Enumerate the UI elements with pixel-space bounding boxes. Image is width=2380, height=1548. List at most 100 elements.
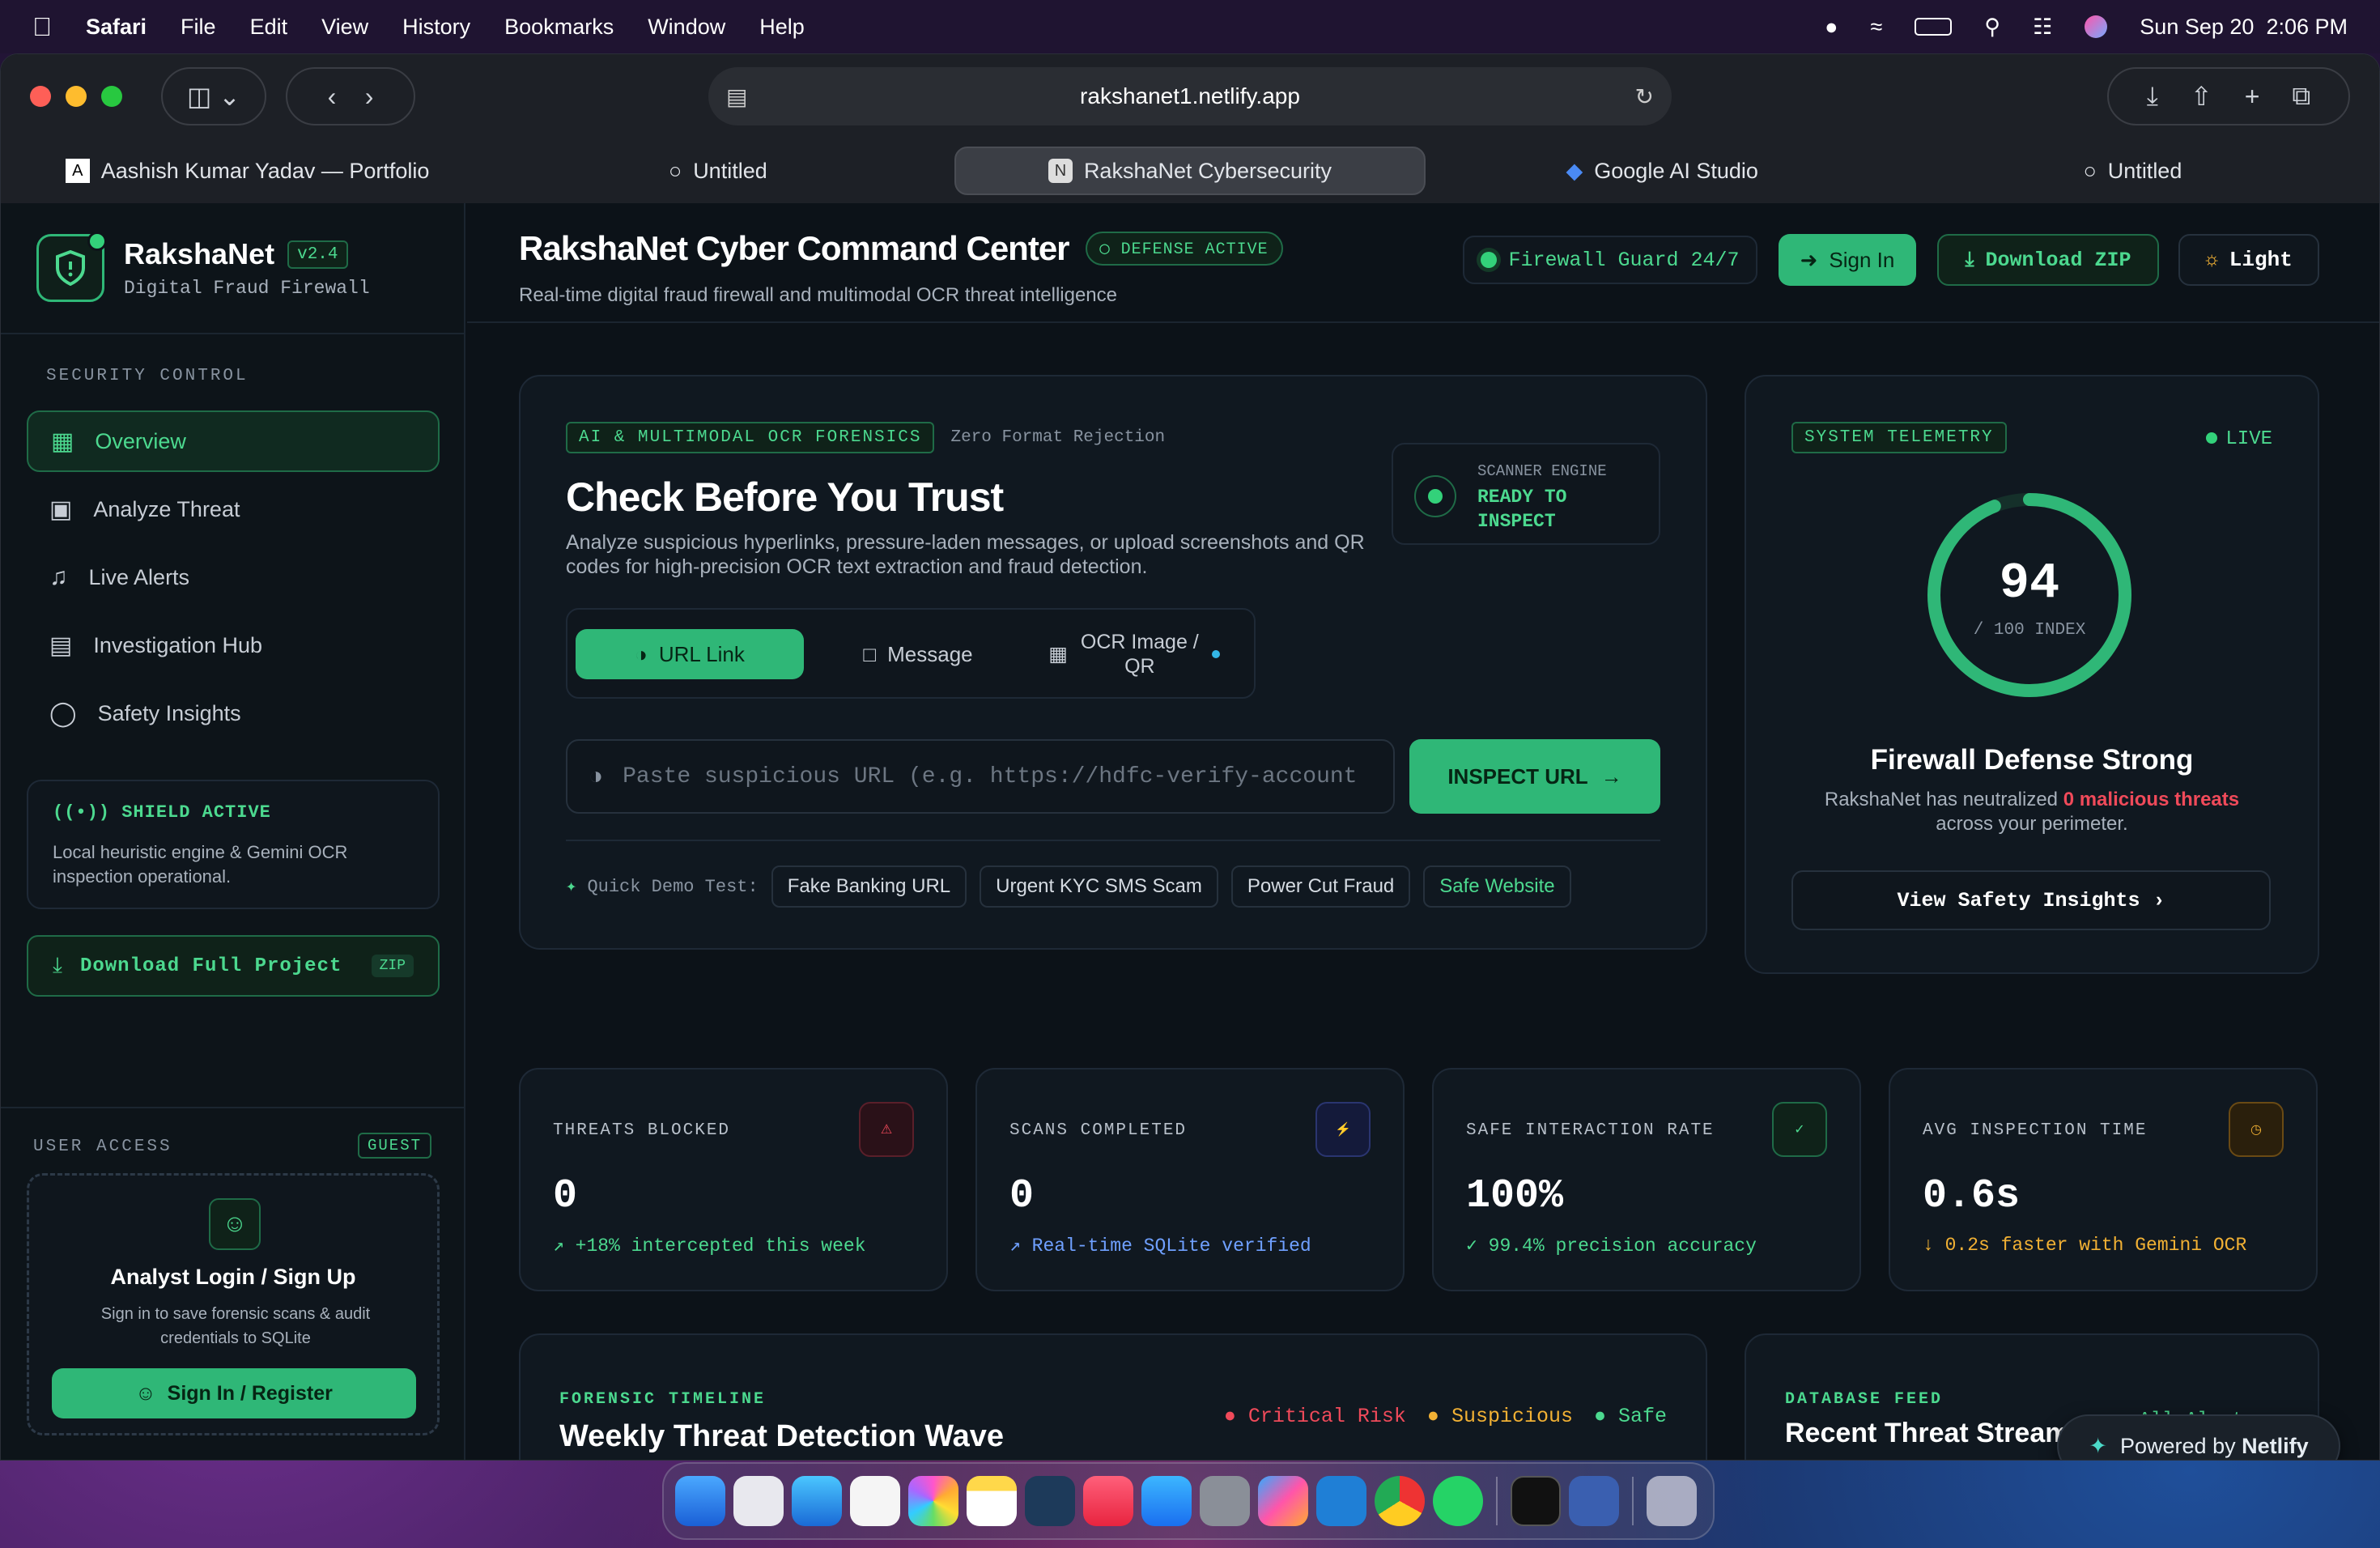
- battery-icon[interactable]: [1915, 18, 1953, 36]
- address-bar[interactable]: ▤ rakshanet1.netlify.app ↻: [708, 67, 1672, 125]
- shield-active-text: Local heuristic engine & Gemini OCR insp…: [53, 842, 348, 887]
- demo-safe-website[interactable]: Safe Website: [1423, 865, 1571, 908]
- menu-view[interactable]: View: [321, 15, 368, 40]
- nav-analyze-threat[interactable]: ▣ Analyze Threat: [27, 478, 440, 540]
- tab-untitled-1[interactable]: ○ Untitled: [484, 147, 951, 195]
- divider: [566, 840, 1660, 841]
- analyst-login-heading: Analyst Login / Sign Up: [110, 1265, 356, 1289]
- stat-sub: ↗ +18% intercepted this week: [553, 1235, 866, 1257]
- tab-ocr-image[interactable]: ▦ OCR Image / QR: [1029, 621, 1239, 687]
- share-icon[interactable]: ⇧: [2191, 81, 2212, 112]
- demo-kyc-sms-scam[interactable]: Urgent KYC SMS Scam: [980, 865, 1218, 908]
- music-icon[interactable]: [1083, 1476, 1133, 1526]
- copilot-icon[interactable]: [1258, 1476, 1308, 1526]
- menubar-date[interactable]: Sun Sep 20: [2140, 15, 2254, 39]
- tab-overview-icon[interactable]: ⧉: [2292, 81, 2310, 112]
- nav-live-alerts[interactable]: ♫ Live Alerts: [27, 546, 440, 608]
- tab-url-link[interactable]: ◑ URL Link: [576, 629, 804, 679]
- user-plus-icon: ☺: [135, 1381, 156, 1405]
- nav-overview[interactable]: ▦ Overview: [27, 410, 440, 472]
- back-icon[interactable]: ‹: [328, 82, 337, 112]
- sign-in-button[interactable]: ➜ Sign In: [1779, 234, 1916, 286]
- system-settings-icon[interactable]: [1200, 1476, 1250, 1526]
- legend-safe: ● Safe: [1593, 1405, 1667, 1428]
- menu-edit[interactable]: Edit: [250, 15, 288, 40]
- demo-power-cut-fraud[interactable]: Power Cut Fraud: [1230, 865, 1411, 908]
- search-icon[interactable]: ⚲: [1984, 15, 2000, 40]
- trash-icon[interactable]: [1647, 1476, 1697, 1526]
- chrome-icon[interactable]: [1375, 1476, 1425, 1526]
- theme-toggle-button[interactable]: ☼ Light: [2178, 234, 2319, 286]
- app-sidebar: RakshaNet v2.4 Digital Fraud Firewall SE…: [1, 203, 465, 1460]
- tab-google-ai-studio[interactable]: ◆ Google AI Studio: [1429, 147, 1896, 195]
- shield-icon: ◯: [1099, 240, 1111, 259]
- vscode-icon[interactable]: [1316, 1476, 1366, 1526]
- menu-help[interactable]: Help: [759, 15, 805, 40]
- sidebar-toggle-button[interactable]: ◫ ⌄: [161, 67, 266, 125]
- powered-by-netlify-badge[interactable]: ✦ Powered by Netlify: [2057, 1414, 2340, 1460]
- control-center-icon[interactable]: ☷: [2033, 15, 2052, 40]
- tab-untitled-2[interactable]: ○ Untitled: [1899, 147, 2366, 195]
- menu-window[interactable]: Window: [648, 15, 725, 40]
- safari-icon[interactable]: [792, 1476, 842, 1526]
- url-input-field[interactable]: ◑ Paste suspicious URL (e.g. https://hdf…: [566, 739, 1395, 814]
- launchpad-icon[interactable]: [733, 1476, 784, 1526]
- new-tab-icon[interactable]: +: [2245, 82, 2260, 112]
- download-zip-button[interactable]: ⤓ Download ZIP: [1937, 234, 2159, 286]
- notes-icon[interactable]: [967, 1476, 1017, 1526]
- legend-critical-label: Critical Risk: [1247, 1405, 1406, 1428]
- freeform-icon[interactable]: [1025, 1476, 1075, 1526]
- analyst-login-text: Sign in to save forensic scans & audit c…: [100, 1305, 371, 1347]
- inspect-url-button[interactable]: INSPECT URL →: [1409, 739, 1660, 814]
- download-icon: ⤓: [53, 953, 62, 977]
- tab-url-label: URL Link: [658, 641, 745, 666]
- tab-message[interactable]: □ Message: [812, 629, 1024, 679]
- nav-buttons[interactable]: ‹ ›: [286, 67, 415, 125]
- view-safety-insights-button[interactable]: View Safety Insights ›: [1791, 870, 2271, 930]
- menu-file[interactable]: File: [181, 15, 216, 40]
- qr-icon: ▦: [1048, 643, 1068, 666]
- preview-icon[interactable]: [1569, 1476, 1619, 1526]
- finder-icon[interactable]: [675, 1476, 725, 1526]
- defense-active-label: DEFENSE ACTIVE: [1120, 240, 1269, 259]
- menu-history[interactable]: History: [402, 15, 470, 40]
- siri-icon[interactable]: [2085, 15, 2108, 38]
- tab-message-label: Message: [887, 641, 973, 666]
- zip-tag: ZIP: [371, 955, 414, 977]
- shield-alert-icon: ⚠: [859, 1102, 914, 1157]
- app-store-icon[interactable]: [1141, 1476, 1192, 1526]
- system-telemetry-badge: SYSTEM TELEMETRY: [1791, 422, 2007, 453]
- reload-icon[interactable]: ↻: [1635, 83, 1654, 110]
- wifi-icon[interactable]: ≈: [1870, 15, 1882, 40]
- forward-icon[interactable]: ›: [365, 82, 374, 112]
- nav-safety-insights[interactable]: ◯ Safety Insights: [27, 683, 440, 744]
- photos-icon[interactable]: [908, 1476, 958, 1526]
- score-sub: / 100 INDEX: [1973, 621, 2086, 640]
- terminal-icon[interactable]: [1511, 1476, 1561, 1526]
- whatsapp-icon[interactable]: [1433, 1476, 1483, 1526]
- toolbar-actions: ⤓ ⇧ + ⧉: [2107, 67, 2350, 125]
- stat-label: AVG INSPECTION TIME: [1923, 1121, 2148, 1140]
- minimize-window-button[interactable]: [66, 86, 87, 107]
- apple-icon[interactable]: : [32, 12, 52, 42]
- page-settings-icon[interactable]: ▤: [726, 83, 747, 110]
- close-window-button[interactable]: [30, 86, 51, 107]
- maps-icon[interactable]: [850, 1476, 900, 1526]
- tab-rakshanet[interactable]: N RakshaNet Cybersecurity: [954, 147, 1426, 195]
- menubar-time[interactable]: 2:06 PM: [2266, 15, 2348, 39]
- user-icon[interactable]: ●: [1825, 15, 1838, 40]
- live-label: LIVE: [2225, 428, 2272, 450]
- tab-portfolio[interactable]: A Aashish Kumar Yadav — Portfolio: [14, 147, 481, 195]
- download-full-project-button[interactable]: ⤓ Download Full Project ZIP: [27, 935, 440, 997]
- downloads-icon[interactable]: ⤓: [2147, 81, 2158, 112]
- sign-in-register-button[interactable]: ☺ Sign In / Register: [52, 1368, 416, 1418]
- nav-investigation-hub[interactable]: ▤ Investigation Hub: [27, 615, 440, 676]
- menu-bookmarks[interactable]: Bookmarks: [504, 15, 614, 40]
- menu-app-name[interactable]: Safari: [86, 15, 147, 40]
- demo-fake-banking-url[interactable]: Fake Banking URL: [771, 865, 967, 908]
- live-indicator: LIVE: [2206, 428, 2272, 450]
- quick-demo-text: Quick Demo Test:: [587, 877, 759, 897]
- powered-by-text: Powered by: [2120, 1433, 2242, 1458]
- zoom-window-button[interactable]: [101, 86, 122, 107]
- legend-safe-label: Safe: [1617, 1405, 1667, 1428]
